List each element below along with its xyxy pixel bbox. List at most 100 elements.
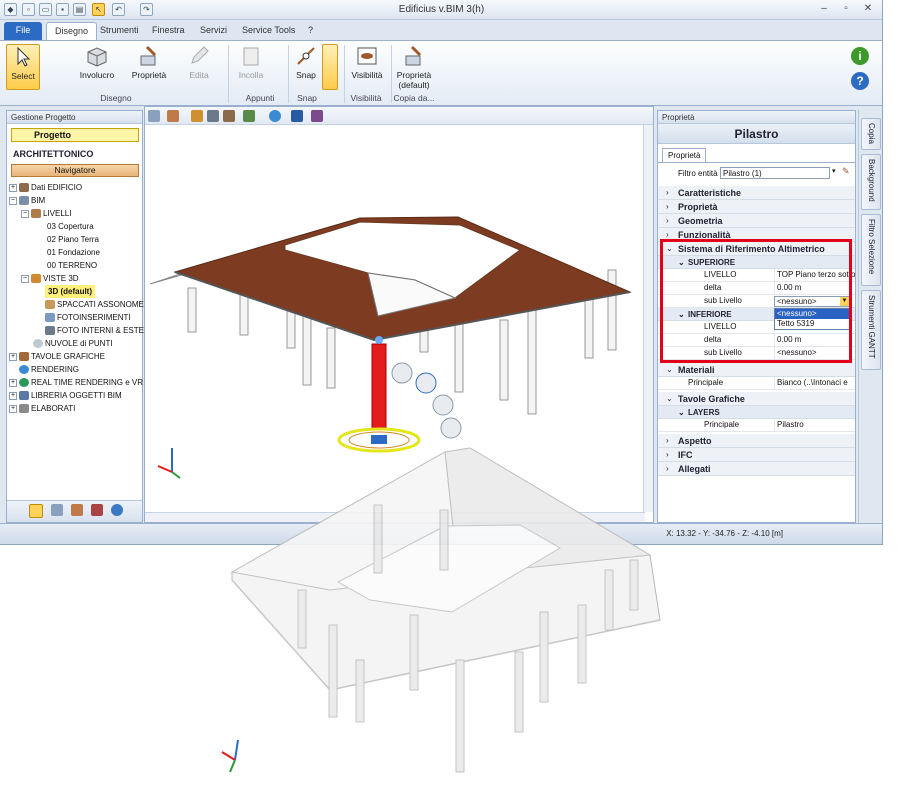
dropdown-arrow-icon[interactable]: ▼ bbox=[840, 297, 849, 306]
tree-item-libreria[interactable]: + LIBRERIA OGGETTI BIM bbox=[9, 389, 122, 402]
help-icon[interactable]: ? bbox=[851, 72, 869, 90]
view-cube-icon[interactable] bbox=[148, 110, 160, 122]
share-icon[interactable] bbox=[311, 110, 323, 122]
panel-toolbar bbox=[7, 500, 142, 522]
app-window: ◆ ▫ ▭ ▪ ▤ ↖ ↶ ↷ Edificius v.BIM 3(h) – ▫… bbox=[0, 0, 883, 545]
section-sistema-riferimento[interactable]: ⌄ Sistema di Riferimento Altimetrico bbox=[658, 242, 855, 256]
tree-item-fotoinserimenti[interactable]: FOTOINSERIMENTI bbox=[45, 311, 131, 324]
select-button[interactable]: Select bbox=[6, 44, 40, 90]
group-layers[interactable]: ⌄ LAYERS bbox=[658, 406, 855, 419]
tree-item-level[interactable]: 03 Copertura bbox=[47, 220, 94, 233]
navigator-button[interactable]: Navigatore bbox=[11, 164, 139, 177]
proprieta-default-button[interactable]: Proprietà (default) bbox=[394, 44, 434, 90]
tab-service-tools[interactable]: Service Tools bbox=[234, 22, 303, 40]
terrain-toggle-icon[interactable] bbox=[243, 110, 255, 122]
tree-item-tavole[interactable]: + TAVOLE GRAFICHE bbox=[9, 350, 105, 363]
terrain-icon[interactable] bbox=[51, 504, 63, 516]
tree-item-elaborati[interactable]: + ELABORATI bbox=[9, 402, 75, 415]
status-bar: X: 13.32 - Y: -34.76 - Z: -4.10 [m] bbox=[0, 523, 882, 544]
horizontal-scrollbar[interactable] bbox=[145, 512, 645, 522]
filter-select[interactable]: Pilastro (1) bbox=[720, 167, 830, 179]
tree-item-realtime[interactable]: + REAL TIME RENDERING e VR bbox=[9, 376, 143, 389]
proprieta-default-label: Proprietà (default) bbox=[396, 70, 432, 90]
group-snap: Snap bbox=[297, 93, 317, 103]
group-copia: Copia da... bbox=[393, 93, 435, 103]
ribbon-separator bbox=[228, 45, 229, 103]
tree-item-3d-default[interactable]: 3D (default) bbox=[45, 285, 95, 298]
tree-item-level[interactable]: 01 Fondazione bbox=[47, 246, 100, 259]
tree-item-dati-edificio[interactable]: + Dati EDIFICIO bbox=[9, 181, 82, 194]
tree-item-rendering[interactable]: RENDERING bbox=[19, 363, 79, 376]
side-tab-gantt[interactable]: Strumenti GANTT bbox=[861, 290, 881, 370]
tab-help[interactable]: ? bbox=[300, 22, 321, 40]
sublivello-dropdown-list: <nessuno> Tetto 5319 bbox=[774, 308, 850, 330]
snap-toggle-button[interactable] bbox=[322, 44, 338, 90]
section-materiali[interactable]: ⌄ Materiali bbox=[658, 363, 855, 377]
cut-plane-icon[interactable] bbox=[191, 110, 203, 122]
involucro-button[interactable]: Involucro bbox=[74, 44, 120, 80]
section-tavole-grafiche[interactable]: ⌄ Tavole Grafiche bbox=[658, 392, 855, 406]
tree-item-livelli[interactable]: − LIVELLI bbox=[21, 207, 71, 220]
minimize-button[interactable]: – bbox=[814, 2, 834, 16]
viewport-3d[interactable] bbox=[144, 106, 654, 523]
tree-item-nuvole[interactable]: NUVOLE di PUNTI bbox=[33, 337, 113, 350]
visibilita-button[interactable]: Visibilità bbox=[348, 44, 386, 80]
info-icon[interactable]: i bbox=[851, 47, 869, 65]
panel-header: Proprietà bbox=[658, 111, 855, 124]
vertical-scrollbar[interactable] bbox=[643, 125, 653, 512]
project-node[interactable]: Progetto bbox=[11, 128, 139, 142]
layers-icon[interactable] bbox=[207, 110, 219, 122]
row-sublivello-inferiore: sub Livello <nessuno> bbox=[658, 347, 855, 360]
section-aspetto[interactable]: › Aspetto bbox=[658, 434, 855, 448]
tab-strumenti[interactable]: Strumenti bbox=[92, 22, 147, 40]
tree-item-level[interactable]: 00 TERRENO bbox=[47, 259, 97, 272]
dropdown-option[interactable]: Tetto 5319 bbox=[775, 319, 849, 329]
tab-servizi[interactable]: Servizi bbox=[192, 22, 235, 40]
section-geometria[interactable]: › Geometria bbox=[658, 214, 855, 228]
ribbon-tabs: File Disegno Strumenti Finestra Servizi … bbox=[0, 21, 882, 40]
section-box-icon[interactable] bbox=[223, 110, 235, 122]
edita-button[interactable]: Edita bbox=[182, 44, 216, 80]
tree-item-viste-3d[interactable]: − VISTE 3D bbox=[21, 272, 79, 285]
sublivello-select[interactable]: <nessuno> ▼ bbox=[774, 296, 850, 307]
dropdown-option[interactable]: <nessuno> bbox=[775, 309, 849, 319]
tree-item-bim[interactable]: − BIM bbox=[9, 194, 45, 207]
tree-item-level[interactable]: 02 Piano Terra bbox=[47, 233, 99, 246]
section-funzionalita[interactable]: › Funzionalità bbox=[658, 228, 855, 242]
row-layer-principale: Principale Pilastro bbox=[658, 419, 855, 432]
row-delta-superiore: delta 0.00 m bbox=[658, 282, 855, 295]
side-tab-filtro-selezione[interactable]: Filtro Selezione bbox=[861, 214, 881, 286]
side-tab-background[interactable]: Background bbox=[861, 154, 881, 210]
proprieta-button[interactable]: Proprietà bbox=[128, 44, 170, 80]
tab-disegno[interactable]: Disegno bbox=[46, 22, 98, 40]
maximize-button[interactable]: ▫ bbox=[836, 2, 856, 16]
walk-icon[interactable] bbox=[291, 110, 303, 122]
tab-finestra[interactable]: Finestra bbox=[144, 22, 193, 40]
section-allegati[interactable]: › Allegati bbox=[658, 462, 855, 476]
tree-item-foto-interni[interactable]: FOTO INTERNI & ESTERNI bbox=[45, 324, 158, 337]
filter-icon[interactable] bbox=[91, 504, 103, 516]
section-ifc[interactable]: › IFC bbox=[658, 448, 855, 462]
globe-icon[interactable] bbox=[111, 504, 123, 516]
viewport-toolbar bbox=[145, 107, 653, 125]
tree-view-icon[interactable] bbox=[29, 504, 43, 518]
tab-file[interactable]: File bbox=[4, 22, 42, 40]
visibilita-label: Visibilità bbox=[351, 70, 383, 80]
filter-brush-icon[interactable]: ✎ bbox=[842, 166, 850, 177]
render-mode-icon[interactable] bbox=[167, 110, 179, 122]
dropdown-arrow-icon[interactable]: ▾ bbox=[832, 167, 836, 175]
tab-proprieta[interactable]: Proprietà bbox=[662, 148, 707, 162]
model-icon[interactable] bbox=[71, 504, 83, 516]
group-superiore[interactable]: ⌄ SUPERIORE bbox=[658, 256, 855, 269]
wall-icon bbox=[87, 47, 107, 67]
incolla-label: Incolla bbox=[238, 70, 264, 80]
side-tab-copia[interactable]: Copia bbox=[861, 118, 881, 150]
filter-label: Filtro entità bbox=[678, 169, 718, 178]
incolla-button[interactable]: Incolla bbox=[234, 44, 268, 80]
section-proprieta[interactable]: › Proprietà bbox=[658, 200, 855, 214]
close-button[interactable]: ✕ bbox=[858, 2, 878, 16]
sun-icon[interactable] bbox=[269, 110, 281, 122]
snap-button[interactable]: Snap bbox=[292, 44, 320, 80]
edita-label: Edita bbox=[189, 70, 209, 80]
section-caratteristiche[interactable]: › Caratteristiche bbox=[658, 186, 855, 200]
